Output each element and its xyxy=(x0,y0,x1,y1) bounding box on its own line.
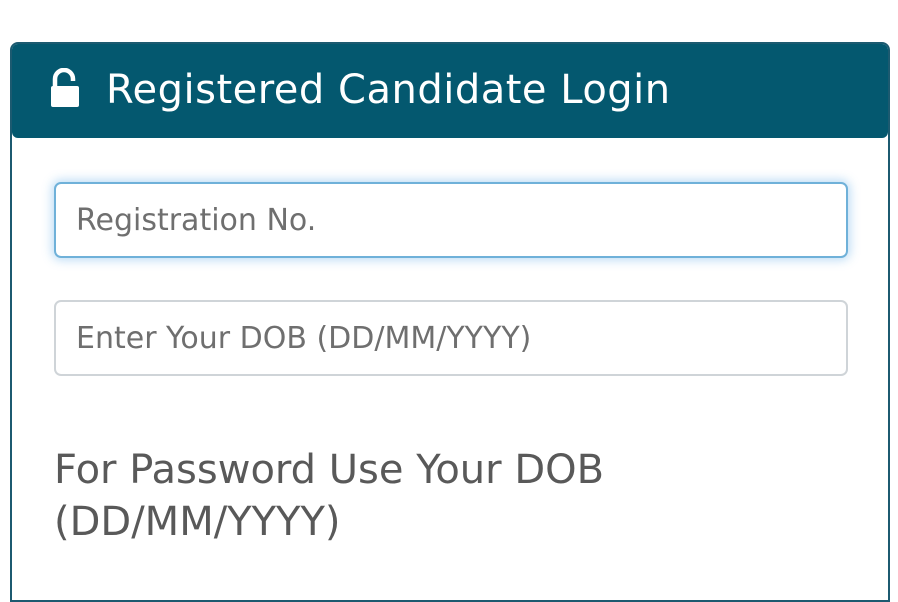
unlock-icon xyxy=(48,67,82,108)
login-panel: Registered Candidate Login For Password … xyxy=(10,42,890,602)
dob-input[interactable] xyxy=(54,300,848,376)
password-hint: For Password Use Your DOB (DD/MM/YYYY) xyxy=(54,447,605,545)
panel-title: Registered Candidate Login xyxy=(106,67,671,113)
panel-header: Registered Candidate Login xyxy=(12,44,888,138)
registration-number-input[interactable] xyxy=(54,182,848,258)
